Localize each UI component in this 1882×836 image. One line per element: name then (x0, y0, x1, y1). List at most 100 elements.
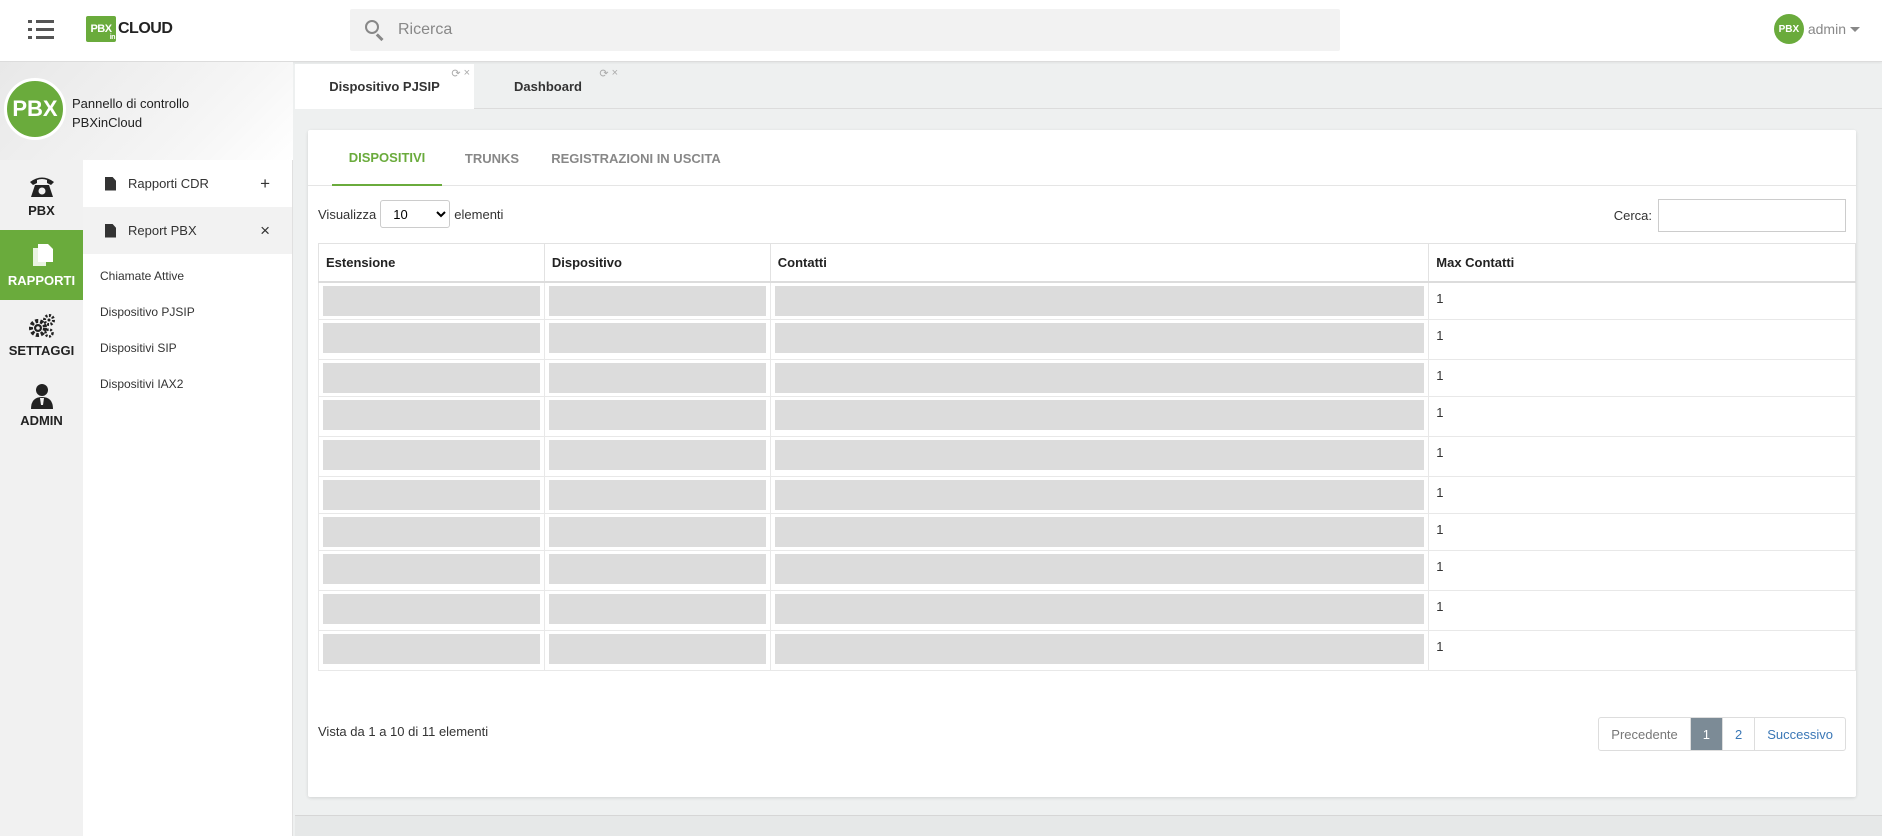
redacted-cell (769, 435, 1430, 477)
refresh-icon[interactable]: ⟳ (599, 67, 608, 80)
logo[interactable]: PBX in CLOUD (86, 16, 173, 42)
tab-registrazioni-in-uscita[interactable]: REGISTRAZIONI IN USCITA (540, 130, 732, 186)
max-contatti-cell: 1 (1428, 281, 1856, 320)
table-row: 1 (318, 629, 1856, 671)
tab-dispositivi[interactable]: DISPOSITIVI (332, 130, 442, 186)
redaction-bar (548, 322, 766, 353)
content-card: DISPOSITIVI TRUNKS REGISTRAZIONI IN USCI… (308, 130, 1856, 797)
phone-icon (29, 177, 54, 197)
redaction-bar (323, 322, 540, 353)
column-header-max-contatti[interactable]: Max Contatti (1428, 243, 1856, 283)
user-icon (30, 383, 53, 409)
redacted-cell (769, 475, 1430, 514)
rail-item-admin[interactable]: ADMIN (0, 370, 83, 440)
logo-text: CLOUD (118, 20, 173, 37)
redacted-cell (318, 281, 545, 320)
redaction-bar (774, 439, 1425, 470)
redacted-cell (769, 589, 1430, 631)
redaction-bar (774, 553, 1425, 584)
rail-item-pbx[interactable]: PBX (0, 160, 83, 230)
redaction-bar (548, 516, 766, 547)
redaction-bar (323, 479, 540, 510)
redaction-bar (774, 322, 1425, 353)
redacted-cell (318, 395, 545, 437)
pagination-next[interactable]: Successivo (1754, 718, 1845, 750)
redacted-cell (543, 549, 771, 591)
table-row: 1 (318, 512, 1856, 551)
user-name: admin (1807, 21, 1846, 37)
inner-tabs: DISPOSITIVI TRUNKS REGISTRAZIONI IN USCI… (308, 130, 1856, 186)
submenu-link-chiamate-attive[interactable]: Chiamate Attive (83, 258, 292, 294)
redaction-bar (323, 399, 540, 430)
caret-down-icon (1850, 26, 1860, 32)
redaction-bar (323, 362, 540, 393)
table-row: 1 (318, 318, 1856, 360)
table-search: Cerca: (1614, 199, 1846, 232)
redaction-bar (548, 285, 766, 316)
redaction-bar (774, 516, 1425, 547)
column-header-dispositivo[interactable]: Dispositivo (543, 243, 771, 283)
menu-icon[interactable] (28, 19, 54, 41)
rail-item-settaggi[interactable]: SETTAGGI (0, 300, 83, 370)
logo-icon: PBX in (86, 16, 116, 42)
avatar: PBX (1773, 14, 1804, 44)
redaction-bar (323, 439, 540, 470)
pagination-page-1[interactable]: 1 (1689, 718, 1723, 750)
redaction-bar (774, 633, 1425, 664)
submenu: Rapporti CDR + Report PBX × Chiamate Att… (83, 160, 293, 836)
max-contatti-cell: 1 (1428, 358, 1856, 397)
table-row: 1 (318, 395, 1856, 437)
pagination-page-2[interactable]: 2 (1722, 718, 1754, 750)
redacted-cell (318, 358, 545, 397)
redacted-cell (318, 318, 545, 360)
search-icon (364, 19, 386, 41)
submenu-link-dispositivi-iax2[interactable]: Dispositivi IAX2 (83, 366, 292, 402)
page-size-select[interactable]: 102550100 (380, 200, 451, 228)
redacted-cell (318, 512, 545, 551)
page-tabs: Dispositivo PJSIP ⟳ × Dashboard ⟳ × (295, 64, 1882, 109)
redacted-cell (769, 358, 1430, 397)
table-row: 1 (318, 475, 1856, 514)
redacted-cell (769, 512, 1430, 551)
pagination-prev[interactable]: Precedente (1599, 718, 1690, 750)
table-search-input[interactable] (1658, 199, 1846, 232)
tab-dispositivo-pjsip[interactable]: Dispositivo PJSIP ⟳ × (295, 64, 474, 109)
redacted-cell (318, 629, 545, 671)
max-contatti-cell: 1 (1428, 395, 1856, 437)
file-icon (105, 223, 116, 238)
user-menu[interactable]: PBX admin (1773, 14, 1860, 44)
submenu-group-report-pbx[interactable]: Report PBX × (83, 207, 292, 254)
refresh-icon[interactable]: ⟳ (451, 67, 460, 80)
close-icon[interactable]: × (612, 67, 618, 80)
table-row: 1 (318, 549, 1856, 591)
redaction-bar (774, 479, 1425, 510)
table-row: 1 (318, 281, 1856, 320)
submenu-link-dispositivi-sip[interactable]: Dispositivi SIP (83, 330, 292, 366)
redaction-bar (548, 633, 766, 664)
table-info: Vista da 1 a 10 di 11 elementi (318, 724, 489, 739)
file-icon (105, 176, 116, 191)
submenu-group-rapporti-cdr[interactable]: Rapporti CDR + (83, 160, 292, 207)
panel-header: PBX Pannello di controllo PBXinCloud (0, 62, 293, 160)
table-row: 1 (318, 435, 1856, 477)
column-header-estensione[interactable]: Estensione (318, 243, 545, 283)
submenu-link-dispositivo-pjsip[interactable]: Dispositivo PJSIP (83, 294, 292, 330)
tab-dashboard[interactable]: Dashboard ⟳ × (474, 64, 622, 109)
redacted-cell (543, 281, 771, 320)
redacted-cell (543, 512, 771, 551)
plus-icon: + (260, 173, 270, 193)
close-icon: × (260, 220, 270, 240)
page-size-control: Visualizza 102550100 elementi (318, 200, 503, 228)
global-search-input[interactable] (398, 21, 1298, 39)
column-header-contatti[interactable]: Contatti (769, 243, 1430, 283)
redacted-cell (543, 395, 771, 437)
tab-trunks[interactable]: TRUNKS (452, 130, 532, 186)
redacted-cell (318, 435, 545, 477)
close-icon[interactable]: × (464, 67, 470, 80)
rail-item-rapporti[interactable]: RAPPORTI (0, 230, 83, 300)
global-search (350, 9, 1340, 51)
devices-table: Estensione Dispositivo Contatti Max Cont… (318, 243, 1856, 671)
gears-icon (28, 313, 55, 338)
redacted-cell (543, 629, 771, 671)
max-contatti-cell: 1 (1428, 589, 1856, 631)
